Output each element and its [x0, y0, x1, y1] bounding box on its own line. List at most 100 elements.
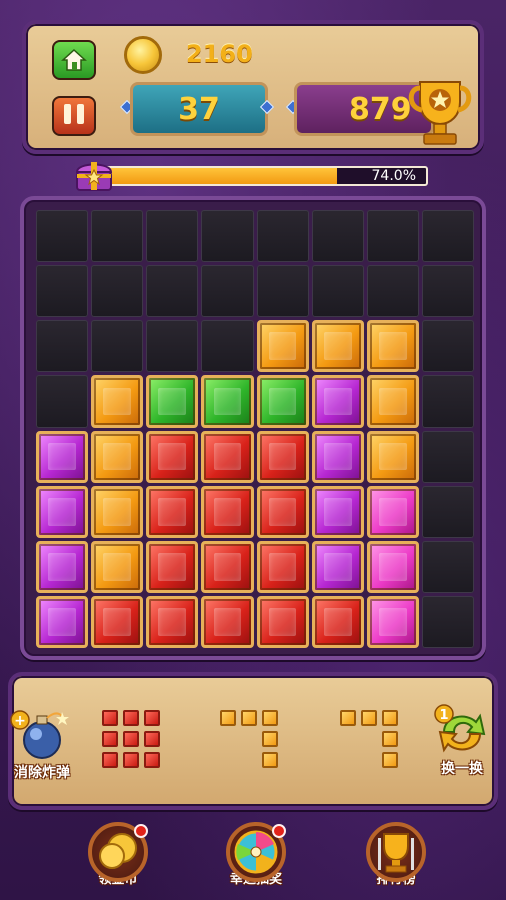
treasure-chest-icon[interactable] [74, 158, 114, 194]
top-panel: 2160 37 879 [22, 20, 484, 154]
gem-block-red[interactable] [146, 595, 199, 648]
gem-block-red[interactable] [311, 595, 364, 648]
empty-cell[interactable] [421, 210, 474, 263]
empty-cell[interactable] [201, 265, 254, 318]
empty-cell[interactable] [36, 210, 89, 263]
empty-cell[interactable] [201, 210, 254, 263]
piece-block [220, 710, 236, 726]
empty-cell[interactable] [201, 320, 254, 373]
gem-block-orange[interactable] [366, 375, 419, 428]
empty-cell[interactable] [146, 210, 199, 263]
gem-block-red[interactable] [146, 430, 199, 483]
swap-arrows-icon: 1 [434, 704, 486, 753]
piece-block [144, 710, 160, 726]
empty-cell[interactable] [146, 265, 199, 318]
gem-block-orange[interactable] [91, 540, 144, 593]
tray-piece-3[interactable] [340, 710, 400, 770]
gem-block-orange[interactable] [91, 485, 144, 538]
gem-block-red[interactable] [256, 540, 309, 593]
empty-cell[interactable] [366, 210, 419, 263]
empty-cell[interactable] [421, 430, 474, 483]
pause-button[interactable] [52, 96, 96, 136]
gem-block-red[interactable] [256, 430, 309, 483]
tray-piece-1[interactable] [102, 710, 162, 770]
piece-block [102, 731, 118, 747]
gem-block-purple[interactable] [36, 430, 89, 483]
ranking-button[interactable]: 排行榜 [360, 822, 432, 896]
gem-block-orange[interactable] [366, 320, 419, 373]
empty-cell[interactable] [91, 210, 144, 263]
level-progress-fill [82, 168, 337, 184]
empty-cell[interactable] [421, 375, 474, 428]
gem-block-purple[interactable] [311, 485, 364, 538]
gem-block-pink[interactable] [366, 485, 419, 538]
gem-block-orange[interactable] [311, 320, 364, 373]
empty-cell[interactable] [421, 595, 474, 648]
gem-block-green[interactable] [146, 375, 199, 428]
gem-block-purple[interactable] [36, 595, 89, 648]
empty-cell[interactable] [256, 265, 309, 318]
piece-block [382, 731, 398, 747]
gem-block-red[interactable] [201, 540, 254, 593]
tray-piece-2[interactable] [220, 710, 280, 770]
ranking-cup-icon [378, 833, 414, 873]
empty-cell[interactable] [91, 320, 144, 373]
gem-block-red[interactable] [201, 595, 254, 648]
piece-block [102, 752, 118, 768]
lucky-draw-button[interactable]: 幸运抽奖 [220, 822, 292, 896]
gem-block-purple[interactable] [311, 540, 364, 593]
swap-tool[interactable]: 1 换一换 [432, 704, 492, 778]
piece-tray: + 消除炸弹 1 换一换 [8, 672, 498, 810]
board-panel [20, 196, 486, 660]
coin-count: 2160 [186, 40, 253, 68]
gem-block-green[interactable] [201, 375, 254, 428]
empty-cell[interactable] [366, 265, 419, 318]
gem-block-orange[interactable] [256, 320, 309, 373]
gem-block-red[interactable] [256, 595, 309, 648]
home-button[interactable] [52, 40, 96, 80]
piece-block [144, 731, 160, 747]
gem-block-purple[interactable] [36, 485, 89, 538]
empty-cell[interactable] [421, 540, 474, 593]
gem-block-purple[interactable] [311, 430, 364, 483]
home-icon [61, 48, 87, 71]
gem-block-purple[interactable] [36, 540, 89, 593]
gem-block-red[interactable] [146, 540, 199, 593]
gem-block-red[interactable] [146, 485, 199, 538]
empty-cell[interactable] [421, 485, 474, 538]
gem-block-red[interactable] [201, 485, 254, 538]
gem-block-pink[interactable] [366, 595, 419, 648]
empty-cell[interactable] [311, 265, 364, 318]
gem-block-orange[interactable] [366, 430, 419, 483]
empty-cell[interactable] [91, 265, 144, 318]
piece-block [262, 752, 278, 768]
empty-cell[interactable] [256, 210, 309, 263]
game-board[interactable] [36, 210, 474, 648]
get-coins-button[interactable]: 领金币 [82, 822, 154, 896]
level-progress-bar: 74.0% [80, 166, 428, 186]
gem-block-orange[interactable] [91, 430, 144, 483]
bomb-add-symbol: + [14, 713, 26, 729]
gem-block-orange[interactable] [91, 375, 144, 428]
gem-block-purple[interactable] [311, 375, 364, 428]
empty-cell[interactable] [311, 210, 364, 263]
bomb-tool[interactable]: + 消除炸弹 [10, 710, 74, 782]
gem-block-green[interactable] [256, 375, 309, 428]
piece-block [123, 752, 139, 768]
trophy-icon [408, 81, 472, 145]
gem-block-red[interactable] [201, 430, 254, 483]
piece-block [262, 710, 278, 726]
gem-block-red[interactable] [91, 595, 144, 648]
empty-cell[interactable] [421, 265, 474, 318]
coin-icon [124, 36, 162, 74]
empty-cell[interactable] [36, 265, 89, 318]
gem-block-red[interactable] [256, 485, 309, 538]
level-progress-text: 74.0% [371, 168, 416, 184]
gem-block-pink[interactable] [366, 540, 419, 593]
piece-block [102, 710, 118, 726]
piece-block [123, 710, 139, 726]
empty-cell[interactable] [36, 375, 89, 428]
empty-cell[interactable] [36, 320, 89, 373]
empty-cell[interactable] [421, 320, 474, 373]
empty-cell[interactable] [146, 320, 199, 373]
